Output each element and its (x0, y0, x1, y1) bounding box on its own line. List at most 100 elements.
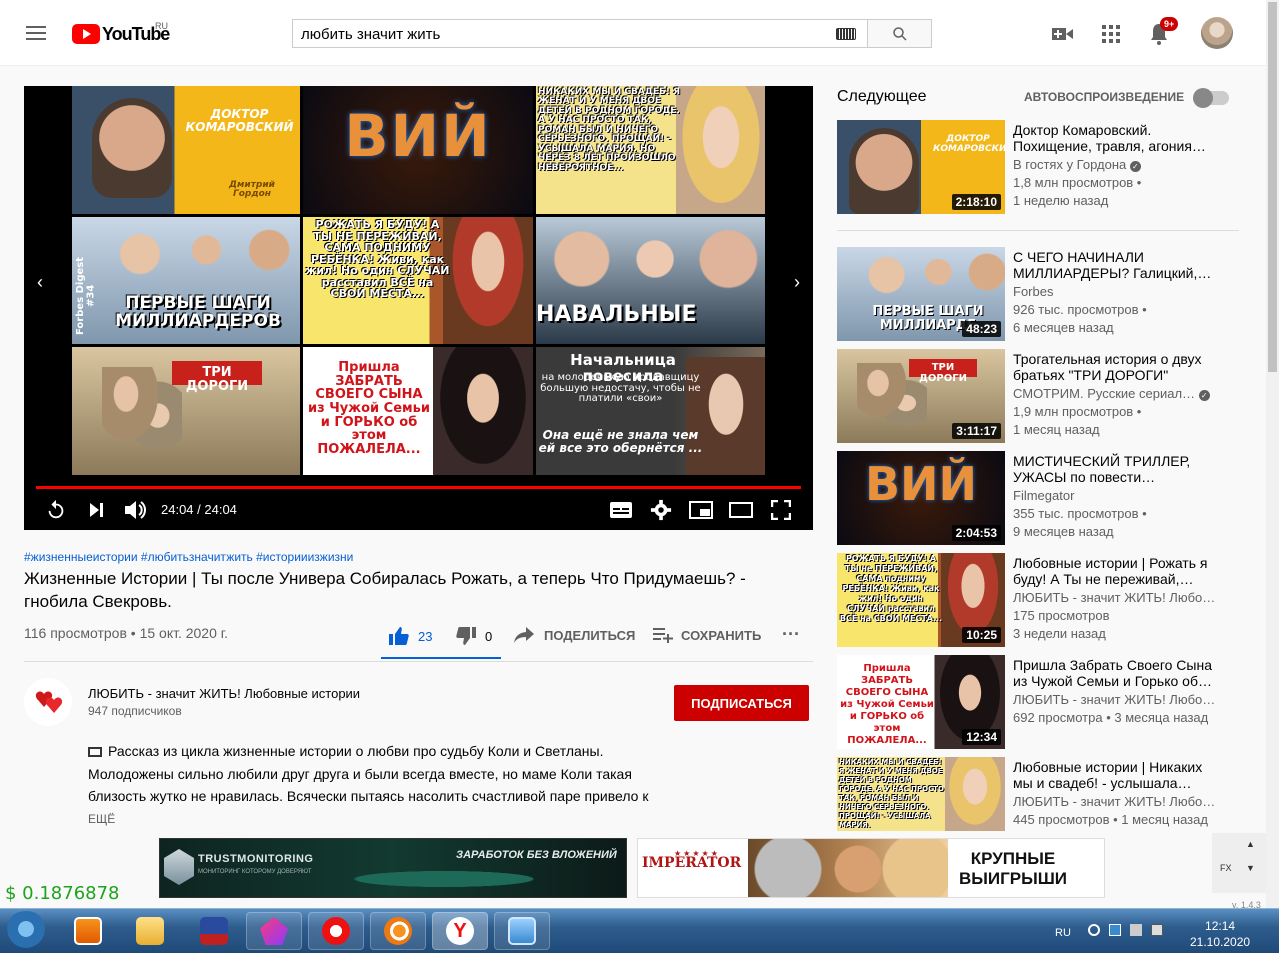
dislike-button[interactable]: 0 (456, 627, 492, 645)
channel-name[interactable]: ЛЮБИТЬ - значит ЖИТЬ! Любовные истории (88, 686, 360, 701)
progress-bar[interactable] (36, 486, 801, 489)
sidebar-video-item[interactable]: ВИЙ 2:04:53 МИСТИЧЕСКИЙ ТРИЛЛЕР, УЖАСЫ п… (837, 451, 1239, 547)
settings-gear-icon[interactable] (648, 498, 674, 522)
theater-mode-icon[interactable] (728, 498, 754, 522)
replay-icon[interactable] (44, 498, 68, 522)
taskbar-save-app[interactable] (186, 912, 242, 950)
sidebar-video-item[interactable]: ТРИ ДОРОГИ 3:11:17 Трогательная история … (837, 349, 1239, 445)
channel-name[interactable]: Filmegator (1013, 488, 1074, 503)
channel-name[interactable]: ЛЮБИТЬ - значит ЖИТЬ! Любо… (1013, 794, 1215, 809)
endscreen-video-rozhat[interactable]: РОЖАТЬ Я БУДУ! А ТЫ НЕ ПЕРЕЖИВАЙ, САМА П… (303, 217, 533, 344)
sidebar-video-item[interactable]: РОЖАТЬ Я БУДУ! А ТЫ не ПЕРЕЖИВАЙ, САМА п… (837, 553, 1239, 649)
channel-name[interactable]: В гостях у Гордона (1013, 157, 1126, 172)
endscreen-video-nachalnitsa[interactable]: Начальница повесила на молоденькую прода… (536, 347, 765, 475)
like-button[interactable]: 23 (389, 627, 432, 645)
view-count: 355 тыс. просмотров • (1013, 506, 1147, 521)
apps-grid-icon[interactable] (1099, 22, 1123, 46)
endscreen-video-komarovsky[interactable]: ДОКТОР КОМАРОВСКИЙ Дмитрий Гордон (72, 86, 300, 214)
tray-app-icon[interactable] (1087, 924, 1100, 936)
create-video-icon[interactable] (1051, 22, 1075, 46)
youtube-logo[interactable]: YouTube RU (72, 21, 170, 45)
subtitles-icon[interactable] (608, 498, 634, 522)
taskbar-explorer[interactable] (122, 912, 178, 950)
video-thumbnail[interactable]: ДОКТОР КОМАРОВСКИЙ 2:18:10 (837, 120, 1005, 214)
hashtags[interactable]: #жизненныеистории #любитьзначитжить #ист… (24, 550, 353, 564)
channel-name[interactable]: Forbes (1013, 284, 1053, 299)
scroll-up-arrow-icon[interactable]: ▲ (1246, 839, 1255, 849)
extension-panel: ▲ FX ▼ (1212, 833, 1266, 893)
save-label: СОХРАНИТЬ (681, 627, 762, 643)
video-thumbnail[interactable]: РОЖАТЬ Я БУДУ! А ТЫ не ПЕРЕЖИВАЙ, САМА п… (837, 553, 1005, 647)
time-display: 24:04 / 24:04 (161, 502, 237, 517)
endscreen-video-forbes[interactable]: Forbes Digest #34 ПЕРВЫЕ ШАГИ МИЛЛИАРДЕР… (72, 217, 300, 344)
video-meta: СМОТРИМ. Русские сериал… ✓ 1,9 млн просмо… (1013, 385, 1210, 439)
endscreen-title: ВИЙ (344, 102, 492, 170)
volume-icon[interactable] (122, 498, 148, 522)
scroll-down-arrow-icon[interactable]: ▼ (1246, 863, 1255, 873)
ad-banner-imperator[interactable]: IMPERATOR ★★★★★ КРУПНЫЕ ВЫИГРЫШИ (637, 838, 1105, 898)
volume-tray-icon[interactable] (1151, 924, 1164, 936)
ccleaner-icon (384, 917, 412, 945)
trustmonitoring-logo-icon (164, 849, 194, 885)
show-more-link[interactable]: ЕЩЁ (88, 812, 115, 826)
autoplay-toggle[interactable] (1193, 88, 1229, 108)
stars-icon: ★★★★★ (674, 849, 720, 858)
video-thumbnail[interactable]: ТРИ ДОРОГИ 3:11:17 (837, 349, 1005, 443)
subscribe-button[interactable]: ПОДПИСАТЬСЯ (674, 685, 809, 721)
keyboard-icon[interactable] (836, 28, 856, 40)
endscreen-video-viy[interactable]: ВИЙ (303, 86, 533, 214)
opera-icon (322, 917, 350, 945)
channel-name[interactable]: ЛЮБИТЬ - значит ЖИТЬ! Любо… (1013, 692, 1215, 707)
control-panel-icon (508, 917, 536, 945)
endscreen-video-nikakih[interactable]: НИКАКИХ МЫ И СВАДЕБ! Я ЖЕНАТ И У МЕНЯ ДВ… (536, 86, 765, 214)
channel-avatar[interactable] (24, 678, 72, 726)
endscreen-prev-arrow-icon[interactable]: ‹ (32, 272, 48, 292)
user-avatar[interactable] (1201, 17, 1233, 49)
video-title: Жизненные Истории | Ты после Универа Соб… (24, 569, 746, 611)
fullscreen-icon[interactable] (768, 498, 794, 522)
language-indicator[interactable]: RU (1055, 927, 1071, 939)
next-video-icon[interactable] (84, 498, 108, 522)
view-count: 1,9 млн просмотров • (1013, 404, 1142, 419)
fx-label[interactable]: FX (1220, 863, 1232, 873)
video-thumbnail[interactable]: НИКАКИХ МЫ И СВАДЕБ! Я ЖЕНАТ И У МЕНЯ ДВ… (837, 757, 1005, 831)
upload-age: 3 недели назад (1013, 626, 1106, 641)
video-thumbnail[interactable]: ПЕРВЫЕ ШАГИ МИЛЛИАРДЕ 48:23 (837, 247, 1005, 341)
endscreen-video-navalnye[interactable]: НАВАЛЬНЫЕ (536, 217, 765, 344)
more-actions-icon[interactable]: ··· (782, 624, 800, 645)
system-clock[interactable]: 12:14 21.10.2020 (1190, 918, 1250, 950)
network-icon[interactable] (1109, 924, 1122, 936)
endscreen-title: ДОКТОР КОМАРОВСКИЙ (185, 107, 294, 134)
share-button[interactable]: ПОДЕЛИТЬСЯ (514, 627, 635, 643)
taskbar-yandex-browser[interactable]: Y (432, 912, 488, 950)
miniplayer-icon[interactable] (688, 498, 714, 522)
windows-start-button[interactable] (4, 911, 48, 951)
endscreen-next-arrow-icon[interactable]: › (789, 272, 805, 292)
ad-banner-trustmonitoring[interactable]: TRUSTMONITORING МОНИТОРИНГ КОТОРОМУ ДОВЕ… (159, 838, 627, 898)
search-input[interactable]: любить значит жить (292, 19, 868, 48)
endscreen-video-prishla[interactable]: Пришла ЗАБРАТЬ СВОЕГО СЫНА из Чужой Семь… (303, 347, 533, 475)
sidebar-video-item[interactable]: ДОКТОР КОМАРОВСКИЙ 2:18:10 Доктор Комаро… (837, 120, 1239, 216)
taskbar-media-player[interactable] (60, 912, 116, 950)
taskbar-app-prism[interactable] (246, 912, 302, 950)
video-thumbnail[interactable]: Пришла ЗАБРАТЬ СВОЕГО СЫНА из Чужой Семь… (837, 655, 1005, 749)
video-thumbnail[interactable]: ВИЙ 2:04:53 (837, 451, 1005, 545)
save-button[interactable]: СОХРАНИТЬ (653, 627, 761, 643)
taskbar-control-panel[interactable] (494, 912, 550, 950)
video-title: Любовные истории | Рожать я буду! А Ты н… (1013, 555, 1208, 587)
channel-name[interactable]: СМОТРИМ. Русские сериал… (1013, 386, 1195, 401)
hamburger-menu-icon[interactable] (26, 26, 46, 40)
page-scrollbar-thumb[interactable] (1268, 2, 1277, 372)
sidebar-video-item[interactable]: ПЕРВЫЕ ШАГИ МИЛЛИАРДЕ 48:23 С ЧЕГО НАЧИН… (837, 247, 1239, 343)
endscreen-title: НАВАЛЬНЫЕ (536, 302, 697, 327)
sidebar-video-item[interactable]: Пришла ЗАБРАТЬ СВОЕГО СЫНА из Чужой Семь… (837, 655, 1239, 751)
tray-misc-icon[interactable] (1130, 924, 1143, 936)
channel-name[interactable]: ЛЮБИТЬ - значит ЖИТЬ! Любо… (1013, 590, 1215, 605)
taskbar-opera[interactable] (308, 912, 364, 950)
folder-icon (136, 917, 164, 945)
search-button[interactable] (867, 19, 932, 48)
taskbar-ccleaner[interactable] (370, 912, 426, 950)
endscreen-video-tri-dorogi[interactable]: ТРИ ДОРОГИ (72, 347, 300, 475)
youtube-play-icon (72, 24, 100, 44)
sidebar-video-item[interactable]: НИКАКИХ МЫ И СВАДЕБ! Я ЖЕНАТ И У МЕНЯ ДВ… (837, 757, 1239, 831)
